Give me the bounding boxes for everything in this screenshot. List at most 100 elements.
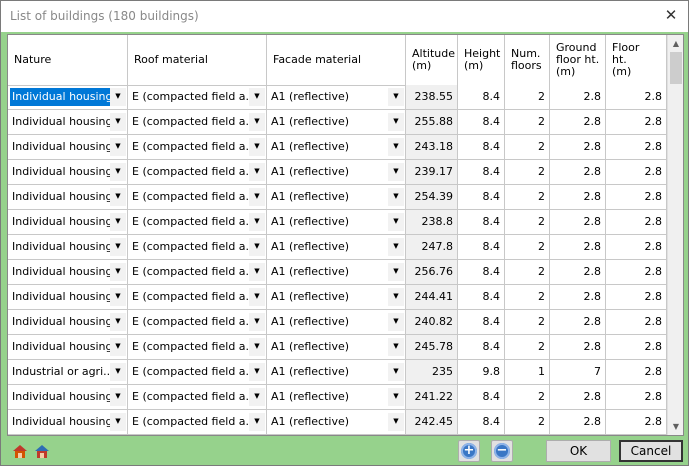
facade-material-cell[interactable]: A1 (reflective) ▼ — [267, 160, 406, 184]
ok-button[interactable]: OK — [546, 440, 611, 462]
scroll-thumb[interactable] — [670, 52, 682, 84]
altitude-cell[interactable]: 247.8 — [406, 235, 458, 259]
facade-material-cell[interactable]: A1 (reflective) ▼ — [267, 135, 406, 159]
floor-height-cell[interactable]: 2.8 — [606, 85, 667, 109]
height-cell[interactable]: 8.4 — [458, 310, 505, 334]
altitude-cell[interactable]: 243.18 — [406, 135, 458, 159]
roof-material-cell[interactable]: E (compacted field a... ▼ — [128, 110, 267, 134]
altitude-cell[interactable]: 238.55 — [406, 85, 458, 109]
column-header-floor-height[interactable]: Floor ht. (m) — [606, 35, 667, 85]
table-row[interactable]: Individual housing ▼ E (compacted field a.… — [8, 85, 667, 110]
height-cell[interactable]: 8.4 — [458, 135, 505, 159]
num-floors-cell[interactable]: 2 — [505, 260, 550, 284]
roof-material-cell[interactable]: E (compacted field a... ▼ — [128, 310, 267, 334]
roof-material-cell[interactable]: E (compacted field a... ▼ — [128, 260, 267, 284]
table-row[interactable]: Individual housing ▼ E (compacted field a.… — [8, 335, 667, 360]
altitude-cell[interactable]: 244.41 — [406, 285, 458, 309]
nature-cell[interactable]: Individual housing ▼ — [8, 285, 128, 309]
ground-floor-height-cell[interactable]: 2.8 — [550, 285, 606, 309]
altitude-cell[interactable]: 240.82 — [406, 310, 458, 334]
chevron-down-icon[interactable]: ▼ — [110, 363, 126, 381]
altitude-cell[interactable]: 242.45 — [406, 410, 458, 434]
ground-floor-height-cell[interactable]: 2.8 — [550, 235, 606, 259]
height-cell[interactable]: 8.4 — [458, 285, 505, 309]
height-cell[interactable]: 8.4 — [458, 385, 505, 409]
num-floors-cell[interactable]: 2 — [505, 410, 550, 434]
altitude-cell[interactable]: 254.39 — [406, 185, 458, 209]
facade-material-cell[interactable]: A1 (reflective) ▼ — [267, 410, 406, 434]
table-row[interactable]: Individual housing ▼ E (compacted field a.… — [8, 135, 667, 160]
roof-material-cell[interactable]: E (compacted field a... ▼ — [128, 335, 267, 359]
chevron-down-icon[interactable]: ▼ — [249, 238, 265, 256]
facade-material-cell[interactable]: A1 (reflective) ▼ — [267, 310, 406, 334]
chevron-down-icon[interactable]: ▼ — [388, 113, 404, 131]
chevron-down-icon[interactable]: ▼ — [110, 188, 126, 206]
column-header-ground-floor-height[interactable]: Ground floor ht. (m) — [550, 35, 606, 85]
num-floors-cell[interactable]: 2 — [505, 110, 550, 134]
chevron-down-icon[interactable]: ▼ — [110, 288, 126, 306]
table-row[interactable]: Individual housing ▼ E (compacted field a.… — [8, 285, 667, 310]
height-cell[interactable]: 8.4 — [458, 85, 505, 109]
ground-floor-height-cell[interactable]: 2.8 — [550, 110, 606, 134]
chevron-down-icon[interactable]: ▼ — [110, 213, 126, 231]
roof-material-cell[interactable]: E (compacted field a... ▼ — [128, 85, 267, 109]
facade-material-cell[interactable]: A1 (reflective) ▼ — [267, 385, 406, 409]
floor-height-cell[interactable]: 2.8 — [606, 335, 667, 359]
column-header-roof-material[interactable]: Roof material — [128, 35, 267, 85]
chevron-down-icon[interactable]: ▼ — [388, 88, 404, 106]
chevron-down-icon[interactable]: ▼ — [388, 363, 404, 381]
facade-material-cell[interactable]: A1 (reflective) ▼ — [267, 235, 406, 259]
chevron-down-icon[interactable]: ▼ — [388, 238, 404, 256]
remove-row-button[interactable]: − — [491, 440, 513, 462]
nature-cell[interactable]: Individual housing ▼ — [8, 210, 128, 234]
chevron-down-icon[interactable]: ▼ — [388, 413, 404, 431]
nature-cell[interactable]: Individual housing ▼ — [8, 135, 128, 159]
nature-cell[interactable]: Industrial or agri... ▼ — [8, 360, 128, 384]
close-icon[interactable]: ✕ — [662, 6, 680, 24]
table-row[interactable]: Individual housing ▼ E (compacted field a.… — [8, 310, 667, 335]
num-floors-cell[interactable]: 2 — [505, 385, 550, 409]
house-add-icon[interactable] — [11, 442, 29, 460]
chevron-down-icon[interactable]: ▼ — [110, 413, 126, 431]
roof-material-cell[interactable]: E (compacted field a... ▼ — [128, 285, 267, 309]
num-floors-cell[interactable]: 2 — [505, 160, 550, 184]
chevron-down-icon[interactable]: ▼ — [388, 163, 404, 181]
facade-material-cell[interactable]: A1 (reflective) ▼ — [267, 85, 406, 109]
ground-floor-height-cell[interactable]: 2.8 — [550, 210, 606, 234]
table-row[interactable]: Individual housing ▼ E (compacted field a.… — [8, 385, 667, 410]
floor-height-cell[interactable]: 2.8 — [606, 135, 667, 159]
chevron-down-icon[interactable]: ▼ — [249, 113, 265, 131]
column-header-nature[interactable]: Nature — [8, 35, 128, 85]
add-row-button[interactable]: + — [458, 440, 480, 462]
facade-material-cell[interactable]: A1 (reflective) ▼ — [267, 335, 406, 359]
floor-height-cell[interactable]: 2.8 — [606, 185, 667, 209]
height-cell[interactable]: 8.4 — [458, 335, 505, 359]
chevron-down-icon[interactable]: ▼ — [388, 263, 404, 281]
chevron-down-icon[interactable]: ▼ — [388, 138, 404, 156]
nature-cell[interactable]: Individual housing ▼ — [8, 185, 128, 209]
table-row[interactable]: Individual housing ▼ E (compacted field a.… — [8, 410, 667, 435]
table-row[interactable]: Individual housing ▼ E (compacted field a.… — [8, 185, 667, 210]
chevron-down-icon[interactable]: ▼ — [249, 388, 265, 406]
chevron-down-icon[interactable]: ▼ — [388, 388, 404, 406]
table-row[interactable]: Individual housing ▼ E (compacted field a.… — [8, 235, 667, 260]
num-floors-cell[interactable]: 2 — [505, 310, 550, 334]
height-cell[interactable]: 8.4 — [458, 185, 505, 209]
column-header-height[interactable]: Height (m) — [458, 35, 505, 85]
floor-height-cell[interactable]: 2.8 — [606, 285, 667, 309]
chevron-down-icon[interactable]: ▼ — [110, 238, 126, 256]
chevron-down-icon[interactable]: ▼ — [388, 338, 404, 356]
roof-material-cell[interactable]: E (compacted field a... ▼ — [128, 385, 267, 409]
altitude-cell[interactable]: 245.78 — [406, 335, 458, 359]
floor-height-cell[interactable]: 2.8 — [606, 385, 667, 409]
floor-height-cell[interactable]: 2.8 — [606, 410, 667, 434]
chevron-down-icon[interactable]: ▼ — [249, 88, 265, 106]
roof-material-cell[interactable]: E (compacted field a... ▼ — [128, 410, 267, 434]
nature-cell[interactable]: Individual housing ▼ — [8, 235, 128, 259]
height-cell[interactable]: 9.8 — [458, 360, 505, 384]
chevron-down-icon[interactable]: ▼ — [388, 213, 404, 231]
table-row[interactable]: Individual housing ▼ E (compacted field a.… — [8, 110, 667, 135]
table-row[interactable]: Individual housing ▼ E (compacted field a.… — [8, 260, 667, 285]
chevron-down-icon[interactable]: ▼ — [110, 263, 126, 281]
chevron-down-icon[interactable]: ▼ — [249, 188, 265, 206]
